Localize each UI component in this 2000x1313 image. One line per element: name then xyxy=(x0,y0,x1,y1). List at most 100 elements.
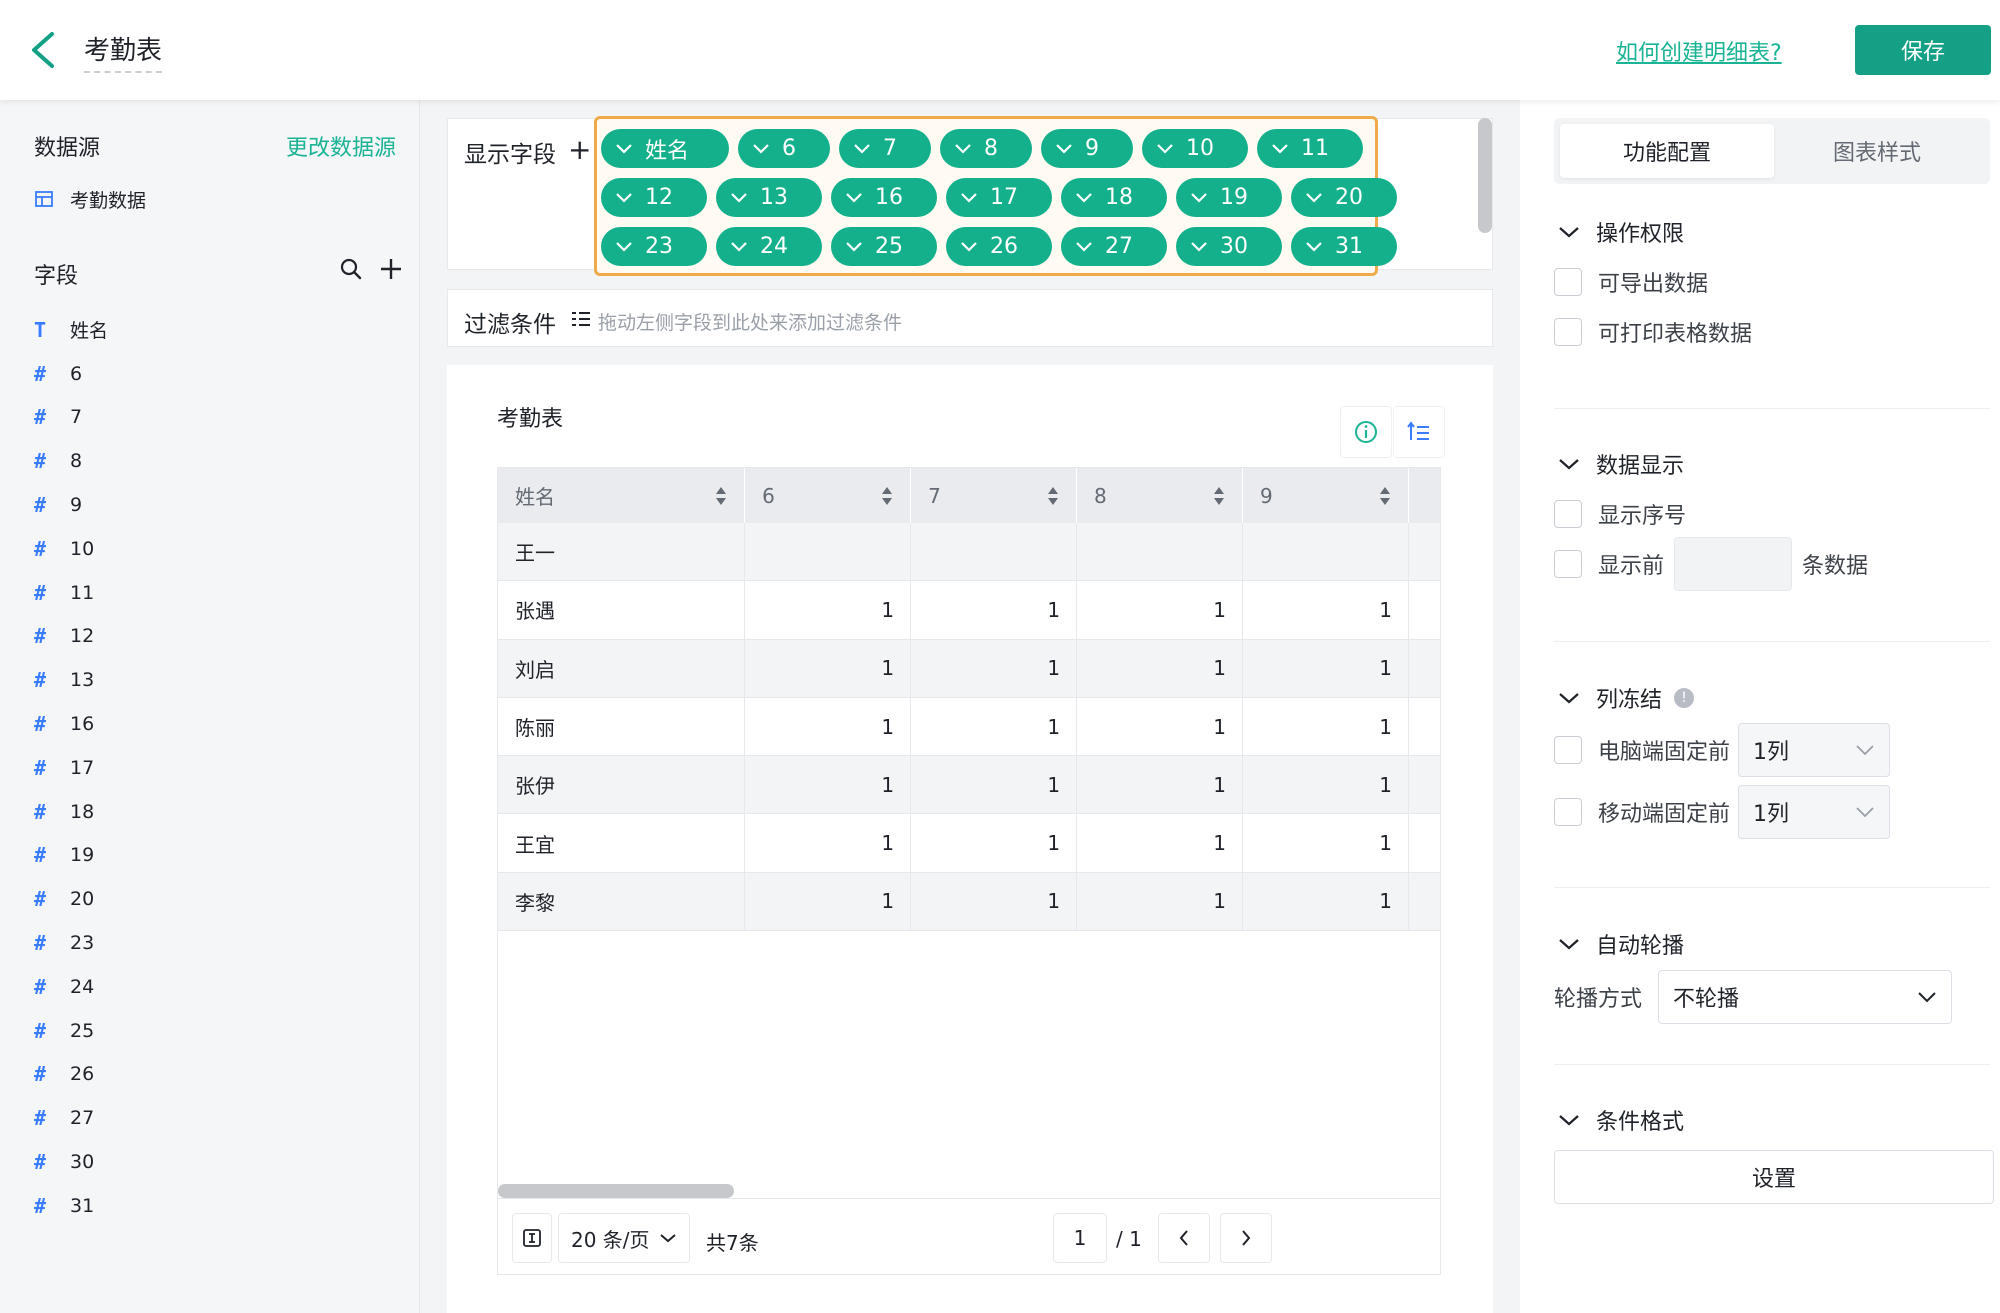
display-field-chip[interactable]: 31 xyxy=(1291,227,1397,266)
column-header[interactable]: 6 xyxy=(745,468,912,523)
save-button[interactable]: 保存 xyxy=(1855,25,1991,75)
back-arrow-icon[interactable] xyxy=(24,28,64,72)
section-freeze-header[interactable]: 列冻结 ! xyxy=(1558,682,1695,714)
field-item[interactable]: #27 xyxy=(34,1096,108,1140)
table-row[interactable]: 张遇 1 1 1 1 xyxy=(498,581,1440,640)
section-conditional-header[interactable]: 条件格式 xyxy=(1558,1104,1684,1136)
display-field-chip[interactable]: 8 xyxy=(940,129,1032,168)
mobile-freeze-checkbox[interactable] xyxy=(1554,798,1582,826)
display-field-chip[interactable]: 26 xyxy=(946,227,1052,266)
field-item[interactable]: #10 xyxy=(34,527,108,571)
display-field-chip[interactable]: 17 xyxy=(946,178,1052,217)
field-item[interactable]: #16 xyxy=(34,702,108,746)
field-item[interactable]: #18 xyxy=(34,790,108,834)
field-item[interactable]: #24 xyxy=(34,965,108,1009)
change-datasource-link[interactable]: 更改数据源 xyxy=(286,130,396,162)
table-row[interactable]: 王宜 1 1 1 1 xyxy=(498,814,1440,873)
field-item[interactable]: #25 xyxy=(34,1009,108,1053)
display-fields-dropzone[interactable]: 姓名 6 7 8 9 10 11 12 13 16 17 18 19 20 23 24 25 26 27 30 31 xyxy=(594,116,1397,276)
pc-freeze-option[interactable]: 电脑端固定前 1列 xyxy=(1554,723,1891,777)
add-field-icon[interactable] xyxy=(378,256,404,282)
section-permissions-header[interactable]: 操作权限 xyxy=(1558,216,1684,248)
field-item[interactable]: #17 xyxy=(34,746,108,790)
display-field-chip[interactable]: 20 xyxy=(1291,178,1397,217)
display-field-chip[interactable]: 6 xyxy=(738,129,830,168)
show-first-count-input[interactable] xyxy=(1674,537,1793,591)
sort-icon[interactable] xyxy=(1378,485,1392,507)
mobile-freeze-select[interactable]: 1列 xyxy=(1738,785,1891,839)
table-row[interactable]: 李黎 1 1 1 1 xyxy=(498,872,1440,932)
field-item[interactable]: #20 xyxy=(34,877,108,921)
print-data-option[interactable]: 可打印表格数据 xyxy=(1554,316,1752,348)
field-item[interactable]: #23 xyxy=(34,921,108,965)
column-header[interactable]: 9 xyxy=(1243,468,1409,523)
table-row[interactable]: 张伊 1 1 1 1 xyxy=(498,756,1440,815)
field-item[interactable]: #13 xyxy=(34,658,108,702)
sort-icon[interactable] xyxy=(1212,485,1226,507)
pc-freeze-select[interactable]: 1列 xyxy=(1738,723,1891,777)
sort-icon[interactable] xyxy=(1046,485,1060,507)
column-header[interactable]: 8 xyxy=(1077,468,1244,523)
show-first-checkbox[interactable] xyxy=(1554,550,1582,578)
display-field-chip[interactable]: 姓名 xyxy=(601,129,729,168)
display-field-chip[interactable]: 12 xyxy=(601,178,707,217)
display-field-chip[interactable]: 27 xyxy=(1061,227,1167,266)
show-index-checkbox[interactable] xyxy=(1554,500,1582,528)
column-header[interactable]: 7 xyxy=(911,468,1078,523)
help-link[interactable]: 如何创建明细表? xyxy=(1616,35,1782,67)
show-index-option[interactable]: 显示序号 xyxy=(1554,498,1686,530)
page-title[interactable]: 考勤表 xyxy=(84,30,163,73)
export-data-checkbox[interactable] xyxy=(1554,268,1582,296)
display-field-chip[interactable]: 23 xyxy=(601,227,707,266)
prev-page-button[interactable] xyxy=(1158,1213,1210,1263)
display-field-chip[interactable]: 7 xyxy=(839,129,931,168)
field-item[interactable]: #8 xyxy=(34,439,108,483)
mobile-freeze-option[interactable]: 移动端固定前 1列 xyxy=(1554,785,1891,839)
conditional-format-set-button[interactable]: 设置 xyxy=(1554,1150,1994,1204)
add-display-field-icon[interactable]: + xyxy=(568,133,591,166)
section-carousel-header[interactable]: 自动轮播 xyxy=(1558,928,1684,960)
section-data-display-header[interactable]: 数据显示 xyxy=(1558,448,1684,480)
next-page-button[interactable] xyxy=(1220,1213,1272,1263)
field-item[interactable]: #11 xyxy=(34,571,108,615)
table-row[interactable]: 陈丽 1 1 1 1 xyxy=(498,697,1440,757)
display-field-chip[interactable]: 30 xyxy=(1176,227,1282,266)
freeze-info-icon[interactable]: ! xyxy=(1674,688,1695,708)
sort-icon[interactable] xyxy=(880,485,894,507)
search-icon[interactable] xyxy=(338,256,364,282)
field-item[interactable]: T 姓名 xyxy=(34,308,108,352)
display-field-chip[interactable]: 18 xyxy=(1061,178,1167,217)
display-field-chip[interactable]: 10 xyxy=(1142,129,1248,168)
field-item[interactable]: #31 xyxy=(34,1184,108,1228)
sort-config-button[interactable] xyxy=(1393,406,1445,458)
show-first-option[interactable]: 显示前 条数据 xyxy=(1554,537,1868,591)
page-number-input[interactable]: 1 xyxy=(1053,1213,1107,1263)
horizontal-scrollbar[interactable] xyxy=(498,1184,734,1198)
display-field-chip[interactable]: 13 xyxy=(716,178,822,217)
pc-freeze-checkbox[interactable] xyxy=(1554,736,1582,764)
field-item[interactable]: #26 xyxy=(34,1053,108,1097)
field-item[interactable]: #9 xyxy=(34,483,108,527)
tab-chart-style[interactable]: 图表样式 xyxy=(1770,124,1984,178)
display-field-chip[interactable]: 16 xyxy=(831,178,937,217)
pager-info-button[interactable] xyxy=(512,1213,552,1263)
display-field-chip[interactable]: 25 xyxy=(831,227,937,266)
field-item[interactable]: #7 xyxy=(34,396,108,440)
field-item[interactable]: #19 xyxy=(34,834,108,878)
table-row[interactable]: 王一 xyxy=(498,523,1440,582)
table-row[interactable]: 刘启 1 1 1 1 xyxy=(498,639,1440,698)
display-field-chip[interactable]: 9 xyxy=(1041,129,1133,168)
filter-panel[interactable]: 过滤条件 拖动左侧字段到此处来添加过滤条件 xyxy=(447,289,1493,347)
sort-icon[interactable] xyxy=(714,485,728,507)
page-size-select[interactable]: 20 条/页 xyxy=(558,1213,690,1263)
print-data-checkbox[interactable] xyxy=(1554,318,1582,346)
vertical-scrollbar[interactable] xyxy=(1478,118,1492,233)
datasource-item[interactable]: 考勤数据 xyxy=(34,184,146,214)
tab-function-config[interactable]: 功能配置 xyxy=(1560,124,1774,178)
display-field-chip[interactable]: 11 xyxy=(1257,129,1363,168)
display-field-chip[interactable]: 24 xyxy=(716,227,822,266)
field-item[interactable]: #6 xyxy=(34,352,108,396)
display-field-chip[interactable]: 19 xyxy=(1176,178,1282,217)
field-item[interactable]: #12 xyxy=(34,615,108,659)
carousel-mode-select[interactable]: 不轮播 xyxy=(1658,970,1953,1024)
